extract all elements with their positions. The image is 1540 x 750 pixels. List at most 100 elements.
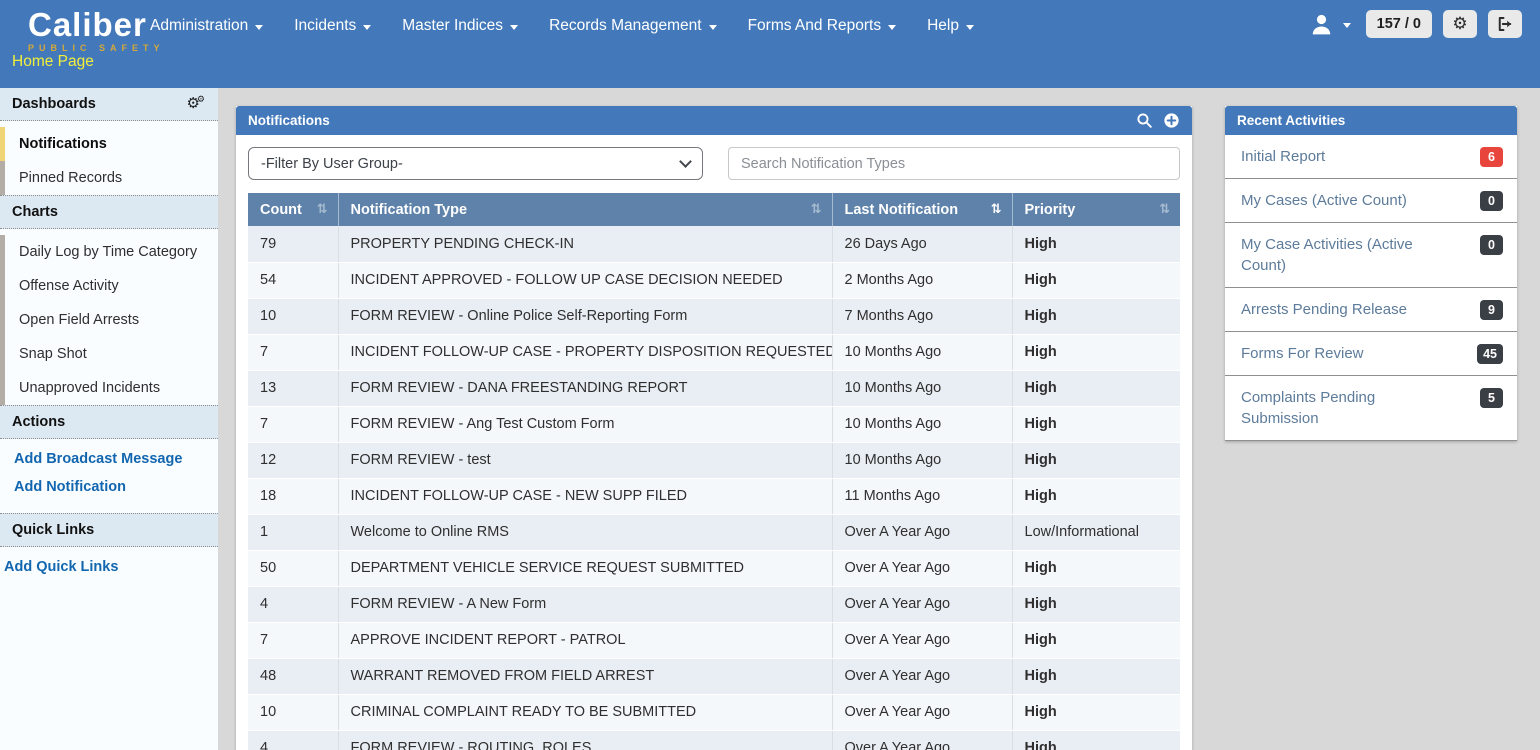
last-notification-cell: 10 Months Ago [832, 442, 1012, 478]
notification-type-cell: FORM REVIEW - Ang Test Custom Form [338, 406, 832, 442]
column-header-count[interactable]: Count⇅ [248, 193, 338, 226]
notification-row[interactable]: 4 FORM REVIEW - A New Form Over A Year A… [248, 586, 1180, 622]
recent-activity-my-case-activities[interactable]: My Case Activities (Active Count) 0 [1225, 223, 1517, 288]
menu-administration[interactable]: Administration [150, 17, 263, 35]
user-menu[interactable] [1309, 12, 1351, 37]
user-group-filter-dropdown[interactable]: -Filter By User Group- [248, 147, 703, 180]
notification-row[interactable]: 18 INCIDENT FOLLOW-UP CASE - NEW SUPP FI… [248, 478, 1180, 514]
menu-master-indices[interactable]: Master Indices [402, 17, 518, 35]
notification-row[interactable]: 1 Welcome to Online RMS Over A Year Ago … [248, 514, 1180, 550]
activity-label: Complaints Pending Submission [1241, 387, 1451, 429]
add-notification-plus-icon[interactable] [1163, 112, 1180, 129]
sort-icon[interactable]: ⇅ [317, 202, 328, 217]
notifications-panel-title: Notifications [248, 113, 330, 128]
sort-icon-active[interactable]: ⇅ [991, 202, 1002, 217]
column-header-priority[interactable]: Priority ⇅ [1012, 193, 1180, 226]
add-notification-link[interactable]: Add Notification [0, 473, 218, 501]
menu-help[interactable]: Help [927, 17, 974, 35]
column-header-notification-type[interactable]: Notification Type⇅ [338, 193, 832, 226]
chevron-down-icon [679, 155, 692, 168]
notification-search-input[interactable] [728, 147, 1180, 180]
activity-label: Arrests Pending Release [1241, 299, 1407, 320]
sidebar-item-daily-log-by-time-category[interactable]: Daily Log by Time Category [0, 235, 218, 269]
last-notification-cell: Over A Year Ago [832, 658, 1012, 694]
dashboard-settings-cogs-icon[interactable]: ⚙⚙ [186, 94, 208, 112]
notification-row[interactable]: 4 FORM REVIEW - ROUTING_ROLES Over A Yea… [248, 730, 1180, 750]
menu-incidents[interactable]: Incidents [294, 17, 371, 35]
menu-label: Records Management [549, 17, 702, 35]
notification-row[interactable]: 10 CRIMINAL COMPLAINT READY TO BE SUBMIT… [248, 694, 1180, 730]
last-notification-cell: Over A Year Ago [832, 586, 1012, 622]
notification-type-cell: Welcome to Online RMS [338, 514, 832, 550]
recent-activity-my-cases[interactable]: My Cases (Active Count) 0 [1225, 179, 1517, 223]
sidebar-item-open-field-arrests[interactable]: Open Field Arrests [0, 303, 218, 337]
notification-row[interactable]: 7 FORM REVIEW - Ang Test Custom Form 10 … [248, 406, 1180, 442]
last-notification-cell: 10 Months Ago [832, 334, 1012, 370]
search-icon[interactable] [1136, 112, 1153, 129]
sidebar-item-snap-shot[interactable]: Snap Shot [0, 337, 218, 371]
recent-activity-complaints-pending-submission[interactable]: Complaints Pending Submission 5 [1225, 376, 1517, 441]
sidebar-item-notifications[interactable]: Notifications [0, 127, 218, 161]
column-header-last-notification[interactable]: Last Notification ⇅ [832, 193, 1012, 226]
notification-type-cell: FORM REVIEW - Online Police Self-Reporti… [338, 298, 832, 334]
notification-count-link[interactable]: 50 [248, 550, 338, 586]
notification-row[interactable]: 12 FORM REVIEW - test 10 Months Ago High [248, 442, 1180, 478]
menu-forms-and-reports[interactable]: Forms And Reports [748, 17, 897, 35]
notification-count-link[interactable]: 10 [248, 298, 338, 334]
add-broadcast-message-link[interactable]: Add Broadcast Message [0, 445, 218, 473]
last-notification-cell: 2 Months Ago [832, 262, 1012, 298]
notifications-panel-header: Notifications [236, 106, 1192, 135]
notification-type-cell: INCIDENT FOLLOW-UP CASE - PROPERTY DISPO… [338, 334, 832, 370]
last-notification-cell: Over A Year Ago [832, 622, 1012, 658]
filter-dropdown-value: -Filter By User Group- [261, 156, 403, 172]
notification-type-cell: DEPARTMENT VEHICLE SERVICE REQUEST SUBMI… [338, 550, 832, 586]
notifications-panel-body: -Filter By User Group- Count⇅ Notificati… [236, 135, 1192, 750]
notification-count-link[interactable]: 54 [248, 262, 338, 298]
notification-count-link[interactable]: 48 [248, 658, 338, 694]
notification-count-link[interactable]: 12 [248, 442, 338, 478]
notification-count-link[interactable]: 1 [248, 514, 338, 550]
home-page-link[interactable]: Home Page [12, 53, 94, 71]
notification-count-link[interactable]: 7 [248, 406, 338, 442]
actions-section-header: Actions [0, 405, 218, 439]
last-notification-cell: 10 Months Ago [832, 370, 1012, 406]
caliber-logo[interactable]: Caliber PUBLIC SAFETY [28, 8, 165, 53]
notification-count-link[interactable]: 4 [248, 586, 338, 622]
recent-activity-arrests-pending-release[interactable]: Arrests Pending Release 9 [1225, 288, 1517, 332]
sort-icon[interactable]: ⇅ [811, 202, 822, 217]
notification-count-link[interactable]: 7 [248, 622, 338, 658]
sort-icon[interactable]: ⇅ [1159, 202, 1170, 217]
logout-button[interactable] [1488, 10, 1522, 38]
notification-row[interactable]: 10 FORM REVIEW - Online Police Self-Repo… [248, 298, 1180, 334]
notification-row[interactable]: 50 DEPARTMENT VEHICLE SERVICE REQUEST SU… [248, 550, 1180, 586]
menu-records-management[interactable]: Records Management [549, 17, 717, 35]
sidebar-item-offense-activity[interactable]: Offense Activity [0, 269, 218, 303]
notification-count-link[interactable]: 4 [248, 730, 338, 750]
notification-row[interactable]: 79 PROPERTY PENDING CHECK-IN 26 Days Ago… [248, 226, 1180, 262]
notification-type-cell: WARRANT REMOVED FROM FIELD ARREST [338, 658, 832, 694]
add-quick-links-link[interactable]: Add Quick Links [0, 553, 218, 581]
top-navigation-bar: Caliber PUBLIC SAFETY Administration Inc… [0, 0, 1540, 88]
notification-row[interactable]: 7 APPROVE INCIDENT REPORT - PATROL Over … [248, 622, 1180, 658]
column-label: Last Notification [845, 202, 959, 218]
recent-activity-forms-for-review[interactable]: Forms For Review 45 [1225, 332, 1517, 376]
sidebar-item-pinned-records[interactable]: Pinned Records [0, 161, 218, 195]
notification-count-link[interactable]: 79 [248, 226, 338, 262]
session-counter-badge[interactable]: 157 / 0 [1366, 10, 1432, 38]
notification-row[interactable]: 7 INCIDENT FOLLOW-UP CASE - PROPERTY DIS… [248, 334, 1180, 370]
notification-count-link[interactable]: 7 [248, 334, 338, 370]
count-badge: 0 [1480, 191, 1503, 211]
priority-cell: High [1012, 262, 1180, 298]
notification-row[interactable]: 54 INCIDENT APPROVED - FOLLOW UP CASE DE… [248, 262, 1180, 298]
count-badge: 9 [1480, 300, 1503, 320]
last-notification-cell: 26 Days Ago [832, 226, 1012, 262]
notification-count-link[interactable]: 18 [248, 478, 338, 514]
notification-row[interactable]: 13 FORM REVIEW - DANA FREESTANDING REPOR… [248, 370, 1180, 406]
column-label: Priority [1025, 202, 1076, 218]
notification-count-link[interactable]: 10 [248, 694, 338, 730]
notification-count-link[interactable]: 13 [248, 370, 338, 406]
recent-activity-initial-report[interactable]: Initial Report 6 [1225, 135, 1517, 179]
sidebar-item-unapproved-incidents[interactable]: Unapproved Incidents [0, 371, 218, 405]
notification-row[interactable]: 48 WARRANT REMOVED FROM FIELD ARREST Ove… [248, 658, 1180, 694]
settings-button[interactable]: ⚙ [1443, 10, 1477, 38]
